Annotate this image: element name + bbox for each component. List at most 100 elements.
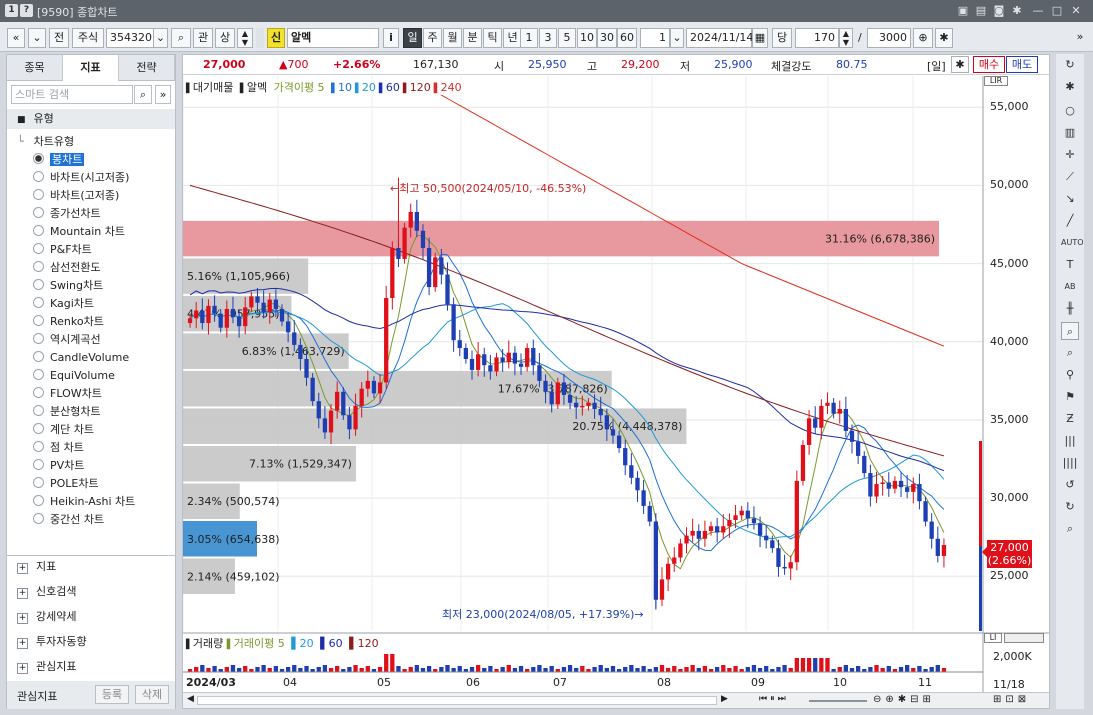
chart-type-option[interactable]: Mountain 차트: [33, 223, 125, 241]
expand-icon[interactable]: »: [1074, 28, 1086, 48]
period-month[interactable]: 월: [443, 28, 462, 48]
radio-button[interactable]: [33, 261, 44, 272]
radio-button[interactable]: [33, 315, 44, 326]
prev-button[interactable]: «: [7, 28, 25, 48]
stepper-icon[interactable]: ▲ ▼: [237, 28, 253, 48]
view-buttons-icon[interactable]: ⊞⊡⊠: [993, 694, 1030, 705]
interval-3[interactable]: 3: [539, 28, 557, 48]
volume-legend-ma60[interactable]: 60: [329, 637, 343, 650]
radio-button[interactable]: [33, 189, 44, 200]
smart-search-input[interactable]: 스마트 검색: [11, 85, 133, 104]
radio-button[interactable]: [33, 243, 44, 254]
playback-controls-icon[interactable]: ⏮⏸⏭: [759, 694, 789, 704]
volume-legend-ma5[interactable]: 거래이평 5: [234, 637, 285, 650]
grid-lines-icon[interactable]: ||||: [1061, 454, 1079, 472]
settings-gear-icon[interactable]: ✱: [1009, 3, 1025, 19]
tab-strategy[interactable]: 전략: [119, 55, 175, 81]
search-icon[interactable]: ⌕: [1061, 520, 1079, 538]
chart-type-option[interactable]: FLOW차트: [33, 385, 102, 403]
quote-settings-icon[interactable]: ✱: [951, 56, 969, 73]
legend-ma-item[interactable]: 10: [338, 81, 352, 94]
section-1[interactable]: + 신호검색: [7, 580, 175, 604]
zoom-out-icon[interactable]: ⌕: [1061, 344, 1079, 362]
candle-icon[interactable]: ╫: [1061, 300, 1079, 318]
ray-icon[interactable]: ↘: [1061, 190, 1079, 208]
analysis-icon[interactable]: ⚲: [1061, 366, 1079, 384]
undo-icon[interactable]: ↺: [1061, 476, 1079, 494]
related-button[interactable]: 상: [215, 28, 235, 48]
count-input[interactable]: 1: [640, 28, 670, 48]
vertical-lines-icon[interactable]: |||: [1061, 432, 1079, 450]
interval-60[interactable]: 60: [617, 28, 637, 48]
sell-button[interactable]: 매도: [1006, 56, 1038, 73]
pin-icon[interactable]: ⚑: [1061, 388, 1079, 406]
radio-button[interactable]: [33, 297, 44, 308]
radio-button[interactable]: [33, 387, 44, 398]
line-icon[interactable]: ╱: [1061, 212, 1079, 230]
chart-type-option[interactable]: 분산형차트: [33, 403, 101, 421]
volume-axis-box[interactable]: [1004, 633, 1044, 643]
tab-stocks[interactable]: 종목: [7, 55, 63, 81]
trend-line-icon[interactable]: ⟋: [1061, 168, 1079, 186]
chart-type-option[interactable]: PV차트: [33, 457, 84, 475]
expand-plus-icon[interactable]: +: [17, 563, 28, 574]
all-button[interactable]: 전: [49, 28, 69, 48]
watch-button[interactable]: 관: [193, 28, 213, 48]
zoom-buttons-icon[interactable]: ⊖⊕✱⊟⊞: [873, 694, 935, 705]
close-icon[interactable]: ✕: [1068, 3, 1084, 19]
chart-type-option[interactable]: 중간선 차트: [33, 511, 104, 529]
legend-ma-item[interactable]: 240: [441, 81, 462, 94]
radio-button[interactable]: [33, 207, 44, 218]
auto-line-icon[interactable]: AUTO: [1061, 234, 1084, 252]
expand-plus-icon[interactable]: +: [17, 663, 28, 674]
chart-type-option[interactable]: CandleVolume: [33, 349, 129, 367]
register-button[interactable]: 등록: [95, 685, 129, 704]
volume-legend-title[interactable]: 거래량: [193, 637, 223, 650]
radio-button[interactable]: [33, 279, 44, 290]
volume-legend-ma120[interactable]: 120: [358, 637, 379, 650]
legend-ma-item[interactable]: 20: [362, 81, 376, 94]
radio-button[interactable]: [33, 459, 44, 470]
chart-settings-icon[interactable]: ✱: [935, 28, 953, 48]
circle-icon[interactable]: ○: [1061, 102, 1079, 120]
bottom-scrollbar[interactable]: ◀ ▶ ⏮⏸⏭ ⊖⊕✱⊟⊞ ⊞⊡⊠: [183, 692, 1049, 708]
date-input[interactable]: 2024/11/14: [686, 28, 753, 48]
delete-button[interactable]: 삭제: [135, 685, 169, 704]
market-select[interactable]: 주식: [72, 28, 104, 48]
stock-code-input[interactable]: 354320: [106, 28, 154, 48]
section-4[interactable]: + 관심지표: [7, 655, 175, 679]
copy-icon[interactable]: ▤: [973, 3, 989, 19]
legend-ma-item[interactable]: 60: [386, 81, 400, 94]
save-layout-icon[interactable]: ▣: [955, 3, 971, 19]
chart-type-option[interactable]: 역시계곡선: [33, 331, 101, 349]
chart-type-option[interactable]: POLE차트: [33, 475, 99, 493]
minimize-icon[interactable]: —: [1030, 3, 1046, 19]
chart-type-option[interactable]: Kagi차트: [33, 295, 94, 313]
chart-type-option[interactable]: Heikin-Ashi 차트: [33, 493, 135, 511]
info-button[interactable]: i: [383, 28, 399, 48]
interval-10[interactable]: 10: [577, 28, 597, 48]
zigzag-icon[interactable]: Ƶ: [1061, 410, 1079, 428]
crosshair-icon[interactable]: ✛: [1061, 146, 1079, 164]
radio-button[interactable]: [33, 351, 44, 362]
chart-type-option[interactable]: 바차트(고저종): [33, 187, 119, 205]
camera-icon[interactable]: ◙: [991, 3, 1007, 19]
period-minute[interactable]: 분: [463, 28, 482, 48]
zoom-slider[interactable]: [809, 700, 867, 702]
radio-button[interactable]: [33, 441, 44, 452]
radio-button[interactable]: [33, 513, 44, 524]
search-icon[interactable]: ⌕: [171, 28, 191, 48]
buy-button[interactable]: 매수: [973, 56, 1005, 73]
code-dropdown-icon[interactable]: ⌄: [154, 28, 168, 48]
count-dropdown-icon[interactable]: ⌄: [670, 28, 684, 48]
window-badge-1[interactable]: 1: [5, 4, 18, 17]
chart-type-option[interactable]: 종가선차트: [33, 205, 101, 223]
expand-plus-icon[interactable]: +: [17, 613, 28, 624]
interval-30[interactable]: 30: [597, 28, 617, 48]
chart-type-option[interactable]: 바차트(시고저종): [33, 169, 129, 187]
tree-root[interactable]: └ 차트유형: [17, 133, 74, 151]
scroll-track[interactable]: [197, 696, 717, 705]
chart-type-option[interactable]: 봉차트: [33, 151, 85, 169]
section-0[interactable]: + 지표: [7, 555, 175, 579]
bar-count-stepper-icon[interactable]: ▲ ▼: [839, 28, 853, 48]
